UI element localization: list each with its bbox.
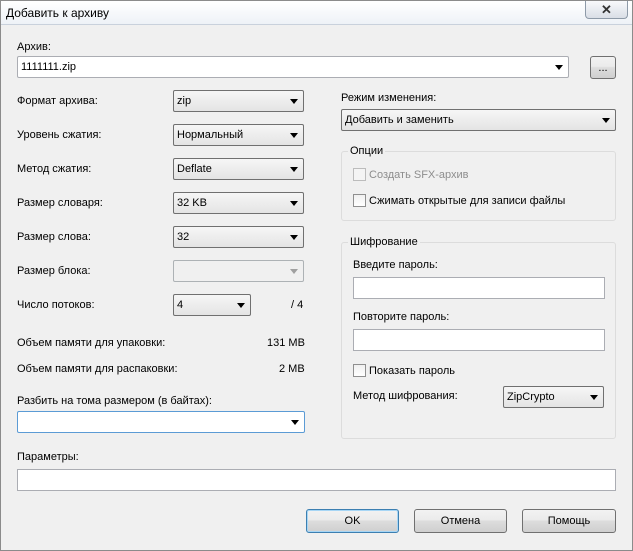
chevron-down-icon xyxy=(590,395,598,400)
password-label: Введите пароль: xyxy=(353,259,438,271)
sfx-checkbox xyxy=(353,168,366,181)
chevron-down-icon xyxy=(237,303,245,308)
chevron-down-icon xyxy=(602,118,610,123)
help-button[interactable]: Помощь xyxy=(522,509,616,533)
chevron-down-icon xyxy=(290,235,298,240)
archive-path-combo[interactable]: 1111111.zip xyxy=(17,56,569,78)
repeat-password-input[interactable] xyxy=(353,329,605,351)
title-bar: Добавить к архиву ✕ xyxy=(1,1,632,25)
word-select[interactable]: 32 xyxy=(173,226,304,248)
browse-button[interactable]: ... xyxy=(590,56,616,79)
update-mode-value: Добавить и заменить xyxy=(345,114,454,126)
compress-shared-checkbox[interactable] xyxy=(353,194,366,207)
mem-pack-label: Объем памяти для упаковки: xyxy=(17,337,166,349)
block-label: Размер блока: xyxy=(17,265,91,277)
archive-label: Архив: xyxy=(17,41,51,53)
word-value: 32 xyxy=(177,231,190,243)
encryption-method-value: ZipCrypto xyxy=(507,391,555,403)
mem-unpack-label: Объем памяти для распаковки: xyxy=(17,363,178,375)
ok-button-label: OK xyxy=(344,515,361,527)
block-select xyxy=(173,260,304,282)
level-label: Уровень сжатия: xyxy=(17,129,102,141)
method-select[interactable]: Deflate xyxy=(173,158,304,180)
dict-value: 32 KB xyxy=(177,197,207,209)
sfx-label: Создать SFX-архив xyxy=(369,169,469,181)
browse-button-label: ... xyxy=(598,61,608,74)
split-size-combo[interactable] xyxy=(17,411,305,433)
archive-path-value: 1111111.zip xyxy=(21,61,77,73)
mem-unpack-value: 2 MB xyxy=(279,363,305,375)
chevron-down-icon xyxy=(290,99,298,104)
mem-pack-value: 131 MB xyxy=(267,337,305,349)
ok-button[interactable]: OK xyxy=(306,509,399,533)
level-value: Нормальный xyxy=(177,129,244,141)
add-to-archive-dialog: Добавить к архиву ✕ Архив: 1111111.zip .… xyxy=(0,0,633,551)
show-password-label: Показать пароль xyxy=(369,365,456,377)
repeat-password-label: Повторите пароль: xyxy=(353,311,450,323)
options-group-title: Опции xyxy=(348,145,386,157)
chevron-down-icon xyxy=(290,269,298,274)
chevron-down-icon xyxy=(555,65,563,70)
method-value: Deflate xyxy=(177,163,212,175)
chevron-down-icon xyxy=(290,167,298,172)
close-button[interactable]: ✕ xyxy=(585,1,628,19)
method-label: Метод сжатия: xyxy=(17,163,92,175)
params-label: Параметры: xyxy=(17,451,79,463)
encryption-group-title: Шифрование xyxy=(348,236,420,248)
level-select[interactable]: Нормальный xyxy=(173,124,304,146)
close-icon: ✕ xyxy=(601,1,612,17)
threads-value: 4 xyxy=(177,299,184,311)
chevron-down-icon xyxy=(291,420,299,425)
dict-label: Размер словаря: xyxy=(17,197,103,209)
params-input[interactable] xyxy=(17,469,616,491)
threads-max: / 4 xyxy=(291,299,304,311)
format-select[interactable]: zip xyxy=(173,90,304,112)
encryption-method-label: Метод шифрования: xyxy=(353,390,458,402)
format-label: Формат архива: xyxy=(17,95,98,107)
chevron-down-icon xyxy=(290,133,298,138)
window-title: Добавить к архиву xyxy=(6,6,109,20)
encryption-method-select[interactable]: ZipCrypto xyxy=(503,386,604,408)
split-label: Разбить на тома размером (в байтах): xyxy=(17,395,212,407)
threads-label: Число потоков: xyxy=(17,299,95,311)
word-label: Размер слова: xyxy=(17,231,91,243)
password-input[interactable] xyxy=(353,277,605,299)
update-mode-label: Режим изменения: xyxy=(341,92,437,104)
options-group: Опции xyxy=(341,145,616,221)
chevron-down-icon xyxy=(290,201,298,206)
help-button-label: Помощь xyxy=(547,515,591,527)
format-value: zip xyxy=(177,95,192,107)
threads-select[interactable]: 4 xyxy=(173,294,251,316)
cancel-button-label: Отмена xyxy=(440,515,481,527)
show-password-checkbox[interactable] xyxy=(353,364,366,377)
dict-select[interactable]: 32 KB xyxy=(173,192,304,214)
update-mode-select[interactable]: Добавить и заменить xyxy=(341,109,616,131)
compress-shared-label: Сжимать открытые для записи файлы xyxy=(369,195,566,207)
cancel-button[interactable]: Отмена xyxy=(414,509,507,533)
